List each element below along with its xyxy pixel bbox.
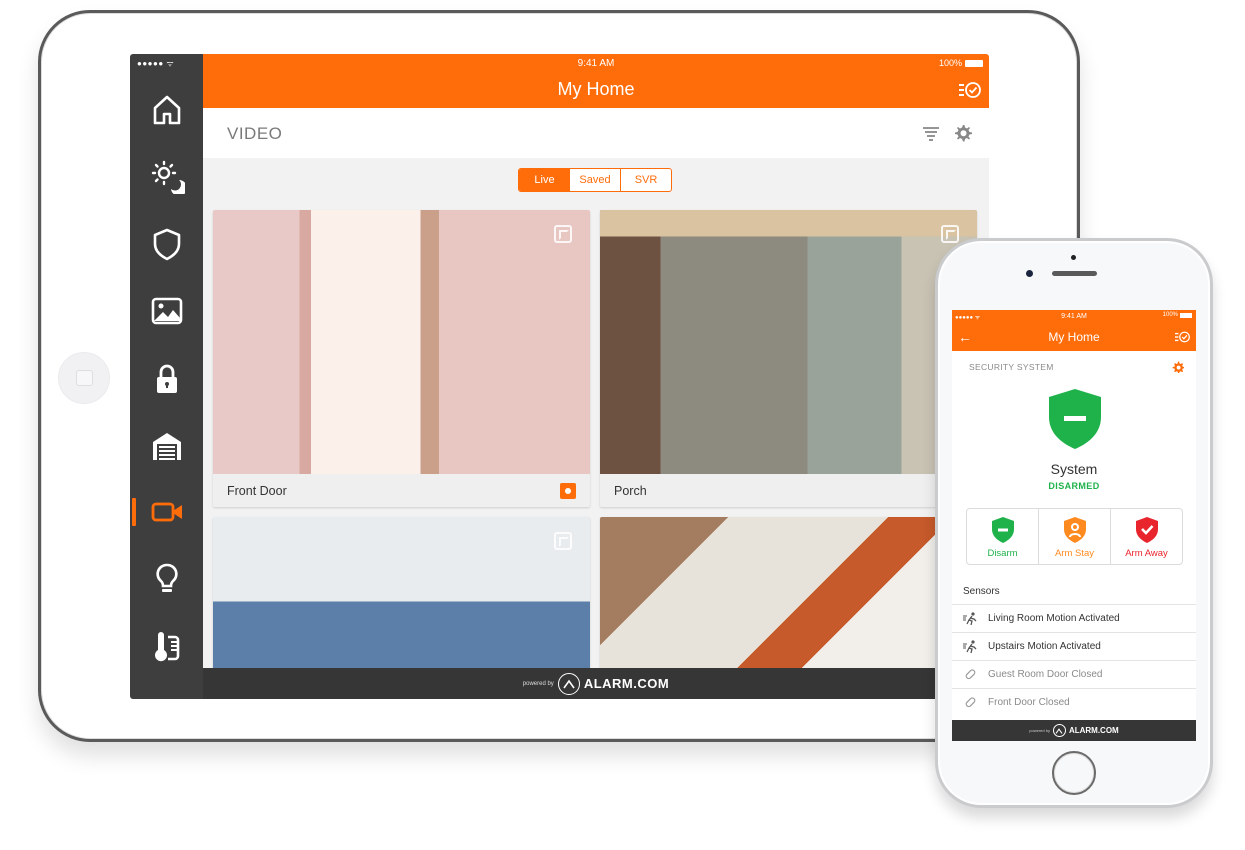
- battery-icon: [965, 59, 983, 67]
- powered-by-label: powered by: [522, 680, 554, 687]
- battery-percent: 100%: [1162, 312, 1178, 318]
- garage-icon: [152, 433, 181, 460]
- door-sensor-icon: [965, 668, 976, 679]
- video-camera-icon: [151, 502, 182, 522]
- thermometer-icon: [154, 632, 179, 662]
- expand-icon[interactable]: [554, 532, 572, 550]
- sidebar-item-garage[interactable]: [130, 418, 203, 474]
- task-list-check-icon[interactable]: [959, 80, 981, 100]
- sidebar-item-thermostat[interactable]: [130, 619, 203, 675]
- phone-front-camera: [1026, 270, 1033, 277]
- page-title: My Home: [1048, 330, 1100, 344]
- signal-wifi-indicator: ●●●●● ᯤ: [137, 59, 175, 68]
- arm-stay-shield-icon: [1063, 517, 1086, 543]
- sensors-heading: Sensors: [963, 586, 1000, 597]
- sensor-label: Living Room Motion Activated: [988, 613, 1120, 624]
- sidebar-item-security[interactable]: [130, 216, 203, 272]
- sensor-row[interactable]: Front Door Closed: [952, 688, 1196, 716]
- camera-card-porch[interactable]: Porch: [600, 210, 977, 507]
- sidebar-item-lights[interactable]: [130, 551, 203, 607]
- brand-name: ALARM.COM: [1068, 726, 1119, 735]
- sidebar-item-images[interactable]: [130, 283, 203, 339]
- lightbulb-icon: [155, 563, 178, 592]
- sensor-label: Front Door Closed: [988, 697, 1070, 708]
- sensor-label: Guest Room Door Closed: [988, 669, 1103, 680]
- disarm-label: Disarm: [987, 548, 1018, 559]
- status-time: 9:41 AM: [577, 58, 615, 69]
- image-icon: [151, 297, 182, 325]
- battery-percent: 100%: [938, 58, 962, 68]
- status-time: 9:41 AM: [1061, 313, 1087, 320]
- gear-icon[interactable]: [953, 123, 973, 143]
- tab-saved[interactable]: Saved: [570, 169, 621, 191]
- phone-screen: ●●●●● ᯤ 9:41 AM 100% ← My Home SECURITY …: [952, 310, 1196, 741]
- shield-icon: [153, 228, 180, 261]
- battery-icon: [1180, 312, 1192, 318]
- arm-stay-label: Arm Stay: [1054, 548, 1095, 559]
- section-title: VIDEO: [227, 124, 283, 143]
- camera-feed-image: [600, 210, 977, 474]
- phone-header: ●●●●● ᯤ 9:41 AM 100% ← My Home: [952, 310, 1196, 351]
- powered-by-label: powered by: [1029, 728, 1050, 733]
- tab-live[interactable]: Live: [519, 169, 570, 191]
- alarm-logo-icon: [1052, 724, 1066, 737]
- tablet-screen: ●●●●● ᯤ 9:41 AM 100% My Home VIDEO Live …: [130, 54, 989, 699]
- sidebar-item-home[interactable]: [130, 82, 203, 138]
- video-mode-segmented-control: Live Saved SVR: [518, 168, 672, 192]
- phone-home-button[interactable]: [1052, 751, 1096, 795]
- phone-sensor: [1071, 255, 1076, 260]
- sensor-list: Living Room Motion Activated Upstairs Mo…: [952, 604, 1196, 716]
- disarmed-shield-icon: [1049, 389, 1101, 449]
- expand-icon[interactable]: [554, 225, 572, 243]
- home-icon: [153, 95, 180, 125]
- arm-stay-button[interactable]: Arm Stay: [1039, 509, 1111, 564]
- task-list-check-icon[interactable]: [1175, 330, 1190, 344]
- sun-moon-icon: [151, 160, 185, 194]
- sidebar: ●●●●● ᯤ: [130, 54, 203, 699]
- video-section-header: VIDEO: [203, 108, 989, 158]
- disarm-shield-icon: [991, 517, 1014, 543]
- phone-speaker: [1052, 271, 1097, 276]
- camera-name: Front Door: [227, 484, 287, 498]
- status-badge: DISARMED: [1048, 481, 1100, 491]
- battery-indicator: 100%: [939, 58, 983, 68]
- system-name: System: [1050, 461, 1098, 477]
- tab-svr[interactable]: SVR: [621, 169, 671, 191]
- section-title: SECURITY SYSTEM: [969, 362, 1054, 372]
- brand-name: ALARM.COM: [583, 676, 670, 691]
- filter-icon[interactable]: [921, 124, 941, 144]
- tablet-home-button[interactable]: [58, 352, 110, 404]
- sidebar-item-locks[interactable]: [130, 351, 203, 407]
- recording-icon[interactable]: [560, 483, 576, 499]
- motion-icon: [963, 639, 977, 653]
- camera-card-front-door[interactable]: Front Door: [213, 210, 590, 507]
- disarm-button[interactable]: Disarm: [967, 509, 1039, 564]
- gear-icon[interactable]: [1172, 361, 1184, 373]
- arming-actions: Disarm Arm Stay Arm Away: [966, 508, 1183, 565]
- battery-indicator: 100%: [1163, 312, 1192, 318]
- sensor-row[interactable]: Upstairs Motion Activated: [952, 632, 1196, 660]
- camera-name: Porch: [614, 484, 647, 498]
- arm-away-shield-icon: [1135, 517, 1158, 543]
- sensor-label: Upstairs Motion Activated: [988, 641, 1101, 652]
- alarm-logo-icon: [557, 672, 580, 695]
- sidebar-item-scenes[interactable]: [130, 148, 203, 204]
- camera-feed-image: [213, 210, 590, 474]
- lock-icon: [156, 364, 177, 393]
- app-header: 9:41 AM 100% My Home: [203, 54, 989, 108]
- powered-by-footer: powered by ALARM.COM: [203, 668, 989, 699]
- motion-icon: [963, 611, 977, 625]
- sensor-row[interactable]: Guest Room Door Closed: [952, 660, 1196, 688]
- sensor-row[interactable]: Living Room Motion Activated: [952, 604, 1196, 632]
- arm-away-label: Arm Away: [1125, 548, 1168, 559]
- expand-icon[interactable]: [941, 225, 959, 243]
- sidebar-item-video[interactable]: [130, 484, 203, 540]
- page-title: My Home: [557, 79, 635, 99]
- door-sensor-icon: [965, 696, 976, 707]
- arm-away-button[interactable]: Arm Away: [1111, 509, 1182, 564]
- powered-by-footer: powered by ALARM.COM: [952, 720, 1196, 741]
